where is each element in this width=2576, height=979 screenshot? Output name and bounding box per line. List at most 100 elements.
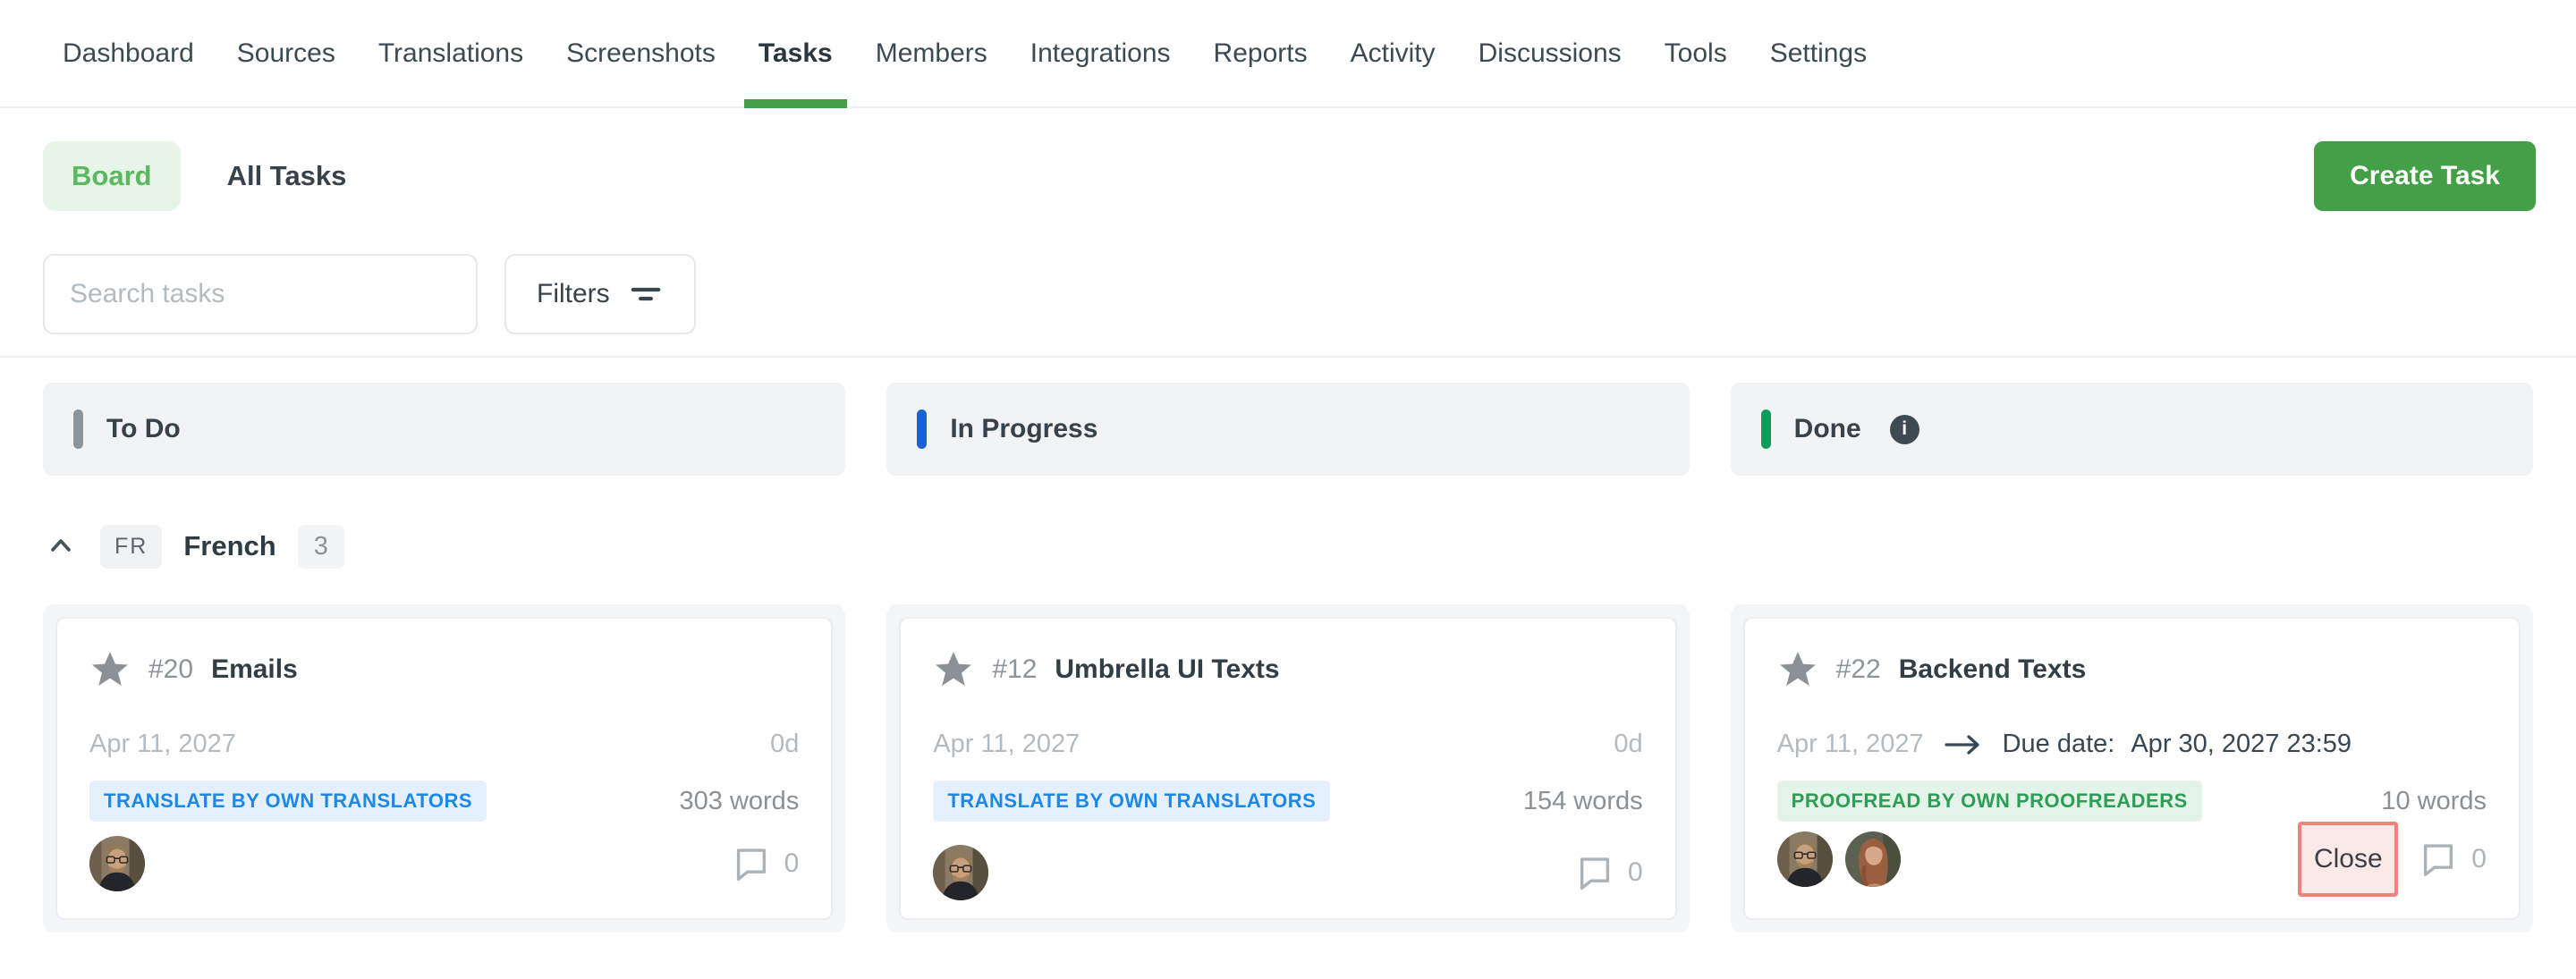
top-nav: Dashboard Sources Translations Screensho…: [0, 0, 2576, 108]
language-group-french: FR French 3: [43, 517, 2533, 576]
assignee-avatars: [1777, 831, 1901, 887]
assignee-avatars: [89, 836, 145, 891]
nav-item-discussions[interactable]: Discussions: [1457, 0, 1643, 106]
column-label: Done: [1794, 414, 1861, 444]
lane-done: #22 Backend Texts Apr 11, 2027 Due date:…: [1731, 604, 2533, 933]
column-label: In Progress: [950, 414, 1097, 444]
column-header-done: Done i: [1731, 383, 2533, 476]
task-title: Umbrella UI Texts: [1055, 654, 1279, 685]
column-label: To Do: [106, 414, 181, 444]
avatar: [933, 845, 988, 900]
star-icon[interactable]: [1777, 649, 1818, 690]
word-count: 303 words: [680, 787, 800, 816]
nav-item-sources[interactable]: Sources: [216, 0, 357, 106]
tab-board[interactable]: Board: [43, 141, 181, 211]
card-footer: 0: [89, 836, 799, 891]
nav-item-integrations[interactable]: Integrations: [1009, 0, 1192, 106]
star-icon[interactable]: [933, 649, 974, 690]
avatar: [89, 836, 145, 891]
nav-item-tasks[interactable]: Tasks: [737, 0, 854, 106]
nav-item-screenshots[interactable]: Screenshots: [545, 0, 737, 106]
task-title: Emails: [211, 654, 298, 685]
tasks-toolbar: Board All Tasks Create Task: [43, 141, 2536, 211]
assignee-avatars: [933, 845, 988, 900]
card-footer: 0: [933, 845, 1642, 900]
task-type-badge: TRANSLATE BY OWN TRANSLATORS: [933, 781, 1330, 822]
done-marker: [1761, 409, 1771, 449]
footer-right: 0: [1574, 852, 1643, 893]
comment-chip: 0: [2418, 839, 2487, 880]
star-icon[interactable]: [89, 649, 131, 690]
card-badge-row: TRANSLATE BY OWN TRANSLATORS 303 words: [89, 781, 799, 822]
comment-count: 0: [2471, 844, 2487, 874]
comment-icon: [1574, 852, 1615, 893]
nav-item-dashboard[interactable]: Dashboard: [41, 0, 216, 106]
card-title-row: #20 Emails: [89, 649, 799, 690]
close-button-highlighted[interactable]: Close: [2298, 822, 2398, 897]
card-badge-row: TRANSLATE BY OWN TRANSLATORS 154 words: [933, 781, 1642, 822]
task-count-badge: 3: [298, 525, 344, 569]
comment-count: 0: [784, 848, 800, 879]
search-row: Filters: [43, 254, 2533, 334]
word-count: 10 words: [2381, 787, 2487, 816]
language-code-badge: FR: [100, 525, 162, 569]
task-type-badge: TRANSLATE BY OWN TRANSLATORS: [89, 781, 487, 822]
arrow-right-icon: [1944, 731, 1983, 758]
task-title: Backend Texts: [1899, 654, 2087, 685]
card-meta-row: Apr 11, 2027 Due date: Apr 30, 2027 23:5…: [1777, 730, 2487, 759]
task-card-22[interactable]: #22 Backend Texts Apr 11, 2027 Due date:…: [1743, 617, 2521, 920]
card-footer: Close 0: [1777, 822, 2487, 897]
nav-item-tools[interactable]: Tools: [1643, 0, 1749, 106]
duration: 0d: [770, 730, 799, 759]
filters-label: Filters: [537, 279, 610, 309]
task-id: #22: [1836, 654, 1881, 685]
chevron-up-icon: [46, 531, 76, 561]
start-date: Apr 11, 2027: [933, 730, 1080, 759]
lane-in-progress: #12 Umbrella UI Texts Apr 11, 2027 0d TR…: [886, 604, 1689, 933]
board-column-headers: To Do In Progress Done i: [43, 383, 2533, 476]
filters-button[interactable]: Filters: [504, 254, 696, 334]
start-date: Apr 11, 2027: [1777, 730, 1924, 759]
footer-right: Close 0: [2298, 822, 2487, 897]
lane-todo: #20 Emails Apr 11, 2027 0d TRANSLATE BY …: [43, 604, 845, 933]
comment-count: 0: [1628, 857, 1643, 888]
task-id: #12: [992, 654, 1037, 685]
comment-icon: [2418, 839, 2459, 880]
comment-chip: 0: [731, 843, 800, 884]
in-progress-marker: [917, 409, 927, 449]
footer-right: 0: [731, 843, 800, 884]
nav-item-activity[interactable]: Activity: [1329, 0, 1457, 106]
search-input[interactable]: [43, 254, 478, 334]
task-card-12[interactable]: #12 Umbrella UI Texts Apr 11, 2027 0d TR…: [899, 617, 1676, 920]
nav-item-translations[interactable]: Translations: [357, 0, 545, 106]
task-card-20[interactable]: #20 Emails Apr 11, 2027 0d TRANSLATE BY …: [55, 617, 833, 920]
card-meta-row: Apr 11, 2027 0d: [933, 730, 1642, 759]
info-icon[interactable]: i: [1890, 415, 1919, 444]
avatar-man-icon: [933, 845, 988, 900]
comment-icon: [731, 843, 772, 884]
due-date-value: Apr 30, 2027 23:59: [2131, 730, 2351, 759]
start-date: Apr 11, 2027: [89, 730, 236, 759]
language-name: French: [183, 530, 275, 562]
card-meta-row: Apr 11, 2027 0d: [89, 730, 799, 759]
collapse-group-button[interactable]: [43, 528, 79, 564]
tab-all-tasks[interactable]: All Tasks: [227, 160, 347, 192]
filter-icon: [628, 276, 664, 312]
task-type-badge: PROOFREAD BY OWN PROOFREADERS: [1777, 781, 2202, 822]
nav-item-settings[interactable]: Settings: [1749, 0, 1888, 106]
word-count: 154 words: [1523, 787, 1643, 816]
create-task-button[interactable]: Create Task: [2314, 141, 2536, 211]
avatar: [1845, 831, 1901, 887]
card-title-row: #12 Umbrella UI Texts: [933, 649, 1642, 690]
board-lanes: #20 Emails Apr 11, 2027 0d TRANSLATE BY …: [43, 604, 2533, 933]
card-title-row: #22 Backend Texts: [1777, 649, 2487, 690]
due-date-label: Due date:: [2003, 730, 2115, 759]
task-id: #20: [148, 654, 193, 685]
avatar-man-icon: [1777, 831, 1833, 887]
avatar-man-icon: [89, 836, 145, 891]
todo-marker: [73, 409, 83, 449]
nav-item-reports[interactable]: Reports: [1192, 0, 1329, 106]
divider: [0, 356, 2576, 358]
nav-item-members[interactable]: Members: [854, 0, 1009, 106]
comment-chip: 0: [1574, 852, 1643, 893]
